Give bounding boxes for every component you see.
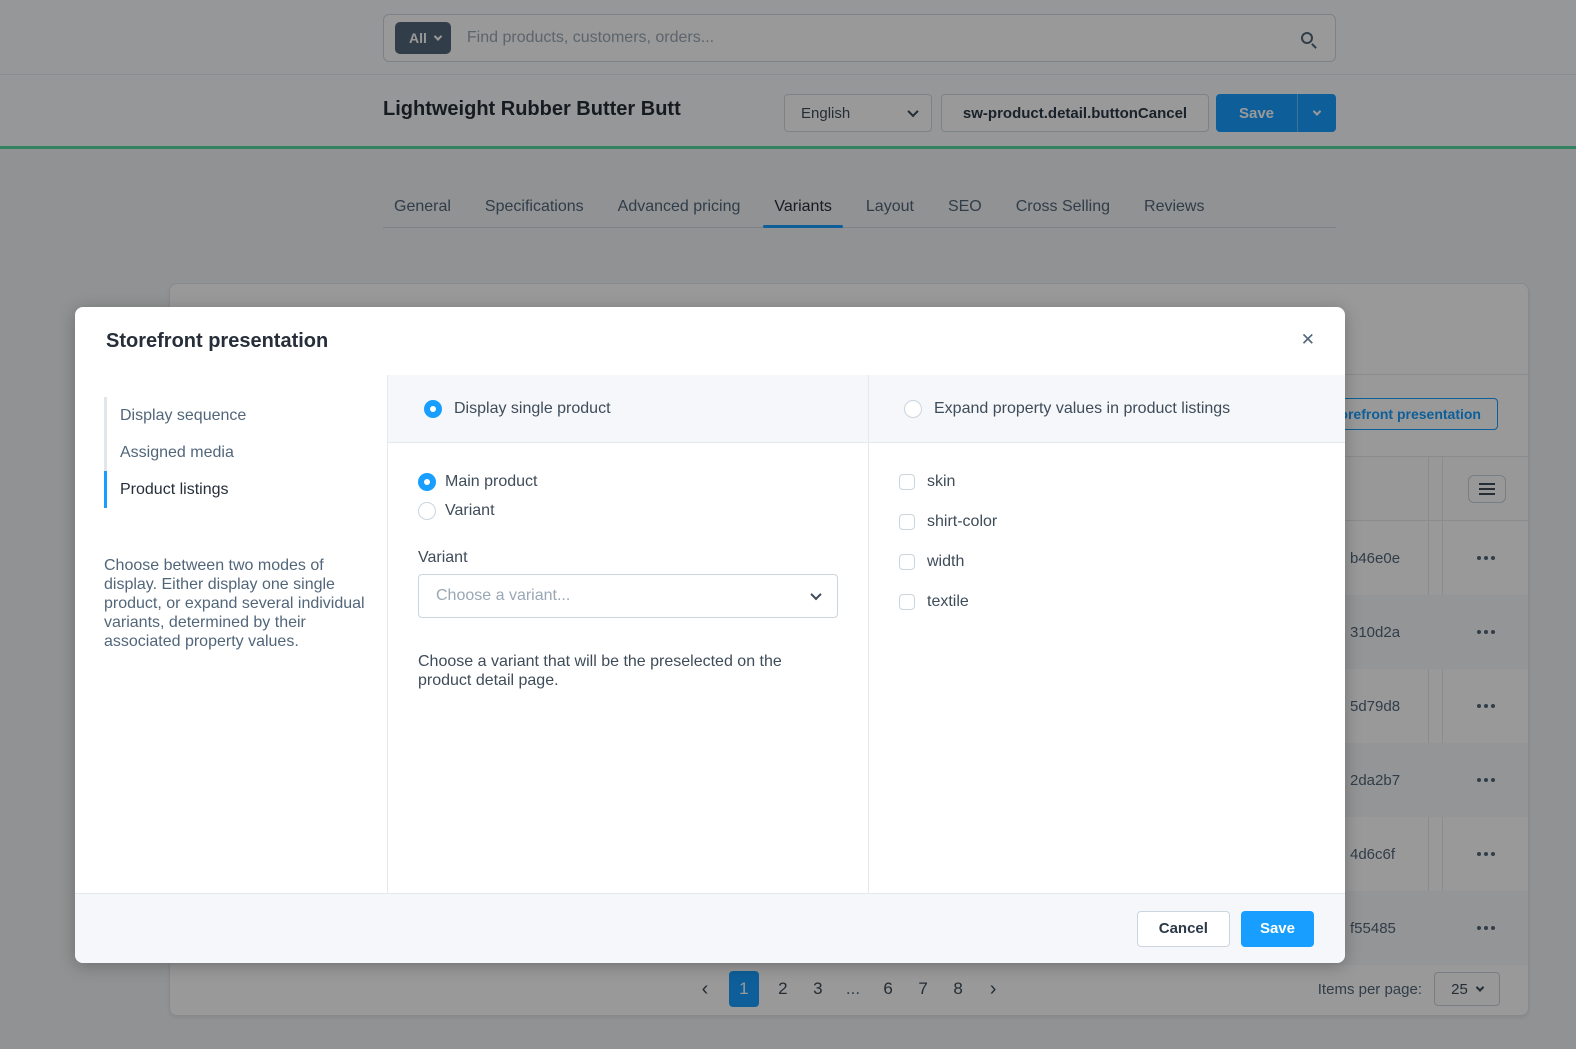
shirt-color-label: shirt-color — [927, 513, 997, 531]
modal-sidebar-nav: Display sequence Assigned media Product … — [104, 397, 387, 508]
expand-property-values-radio[interactable] — [904, 400, 922, 418]
main-product-radio[interactable] — [418, 473, 436, 491]
variant-field-label: Variant — [418, 549, 868, 567]
storefront-presentation-modal: Storefront presentation ✕ Display sequen… — [75, 307, 1345, 963]
chevron-down-icon — [810, 589, 821, 600]
variant-select-placeholder: Choose a variant... — [436, 587, 570, 605]
shirt-color-checkbox[interactable] — [899, 514, 915, 530]
property-row-shirt-color: shirt-color — [899, 513, 1345, 531]
property-row-skin: skin — [899, 473, 1345, 491]
sidebar-item-display-sequence[interactable]: Display sequence — [104, 397, 387, 434]
property-checkbox-list: skin shirt-color width textile — [869, 443, 1345, 611]
expand-properties-column: Expand property values in product listin… — [869, 375, 1345, 893]
main-product-option: Main product — [418, 473, 868, 491]
sidebar-item-assigned-media[interactable]: Assigned media — [104, 434, 387, 471]
modal-footer: Cancel Save — [75, 893, 1345, 963]
single-product-column: Display single product Main product Vari… — [388, 375, 869, 893]
modal-sidebar-description: Choose between two modes of display. Eit… — [104, 556, 372, 651]
modal-sidebar: Display sequence Assigned media Product … — [75, 375, 388, 893]
save-button[interactable]: Save — [1241, 911, 1314, 947]
width-label: width — [927, 553, 964, 571]
modal-title: Storefront presentation — [106, 330, 328, 353]
expand-mode-header: Expand property values in product listin… — [869, 375, 1345, 443]
textile-label: textile — [927, 593, 969, 611]
main-product-label: Main product — [445, 473, 538, 491]
variant-label: Variant — [445, 502, 495, 520]
textile-checkbox[interactable] — [899, 594, 915, 610]
variant-radio[interactable] — [418, 502, 436, 520]
variant-select[interactable]: Choose a variant... — [418, 574, 838, 618]
cancel-button[interactable]: Cancel — [1137, 911, 1230, 947]
display-single-product-label: Display single product — [454, 400, 611, 418]
sidebar-item-product-listings[interactable]: Product listings — [104, 471, 387, 508]
modal-body: Display sequence Assigned media Product … — [75, 375, 1345, 893]
skin-label: skin — [927, 473, 955, 491]
width-checkbox[interactable] — [899, 554, 915, 570]
close-icon[interactable]: ✕ — [1301, 331, 1315, 348]
product-detail-page: All Lightweight Rubber Butter Butt Engli… — [0, 0, 1576, 1049]
skin-checkbox[interactable] — [899, 474, 915, 490]
display-single-product-radio[interactable] — [424, 400, 442, 418]
expand-property-values-label: Expand property values in product listin… — [934, 400, 1230, 418]
single-product-options: Main product Variant Variant Choose a va… — [388, 443, 868, 690]
modal-header: Storefront presentation ✕ — [75, 307, 1345, 375]
single-product-mode-header: Display single product — [388, 375, 868, 443]
property-row-width: width — [899, 553, 1345, 571]
variant-helper-text: Choose a variant that will be the presel… — [418, 652, 820, 690]
property-row-textile: textile — [899, 593, 1345, 611]
variant-option: Variant — [418, 502, 868, 520]
